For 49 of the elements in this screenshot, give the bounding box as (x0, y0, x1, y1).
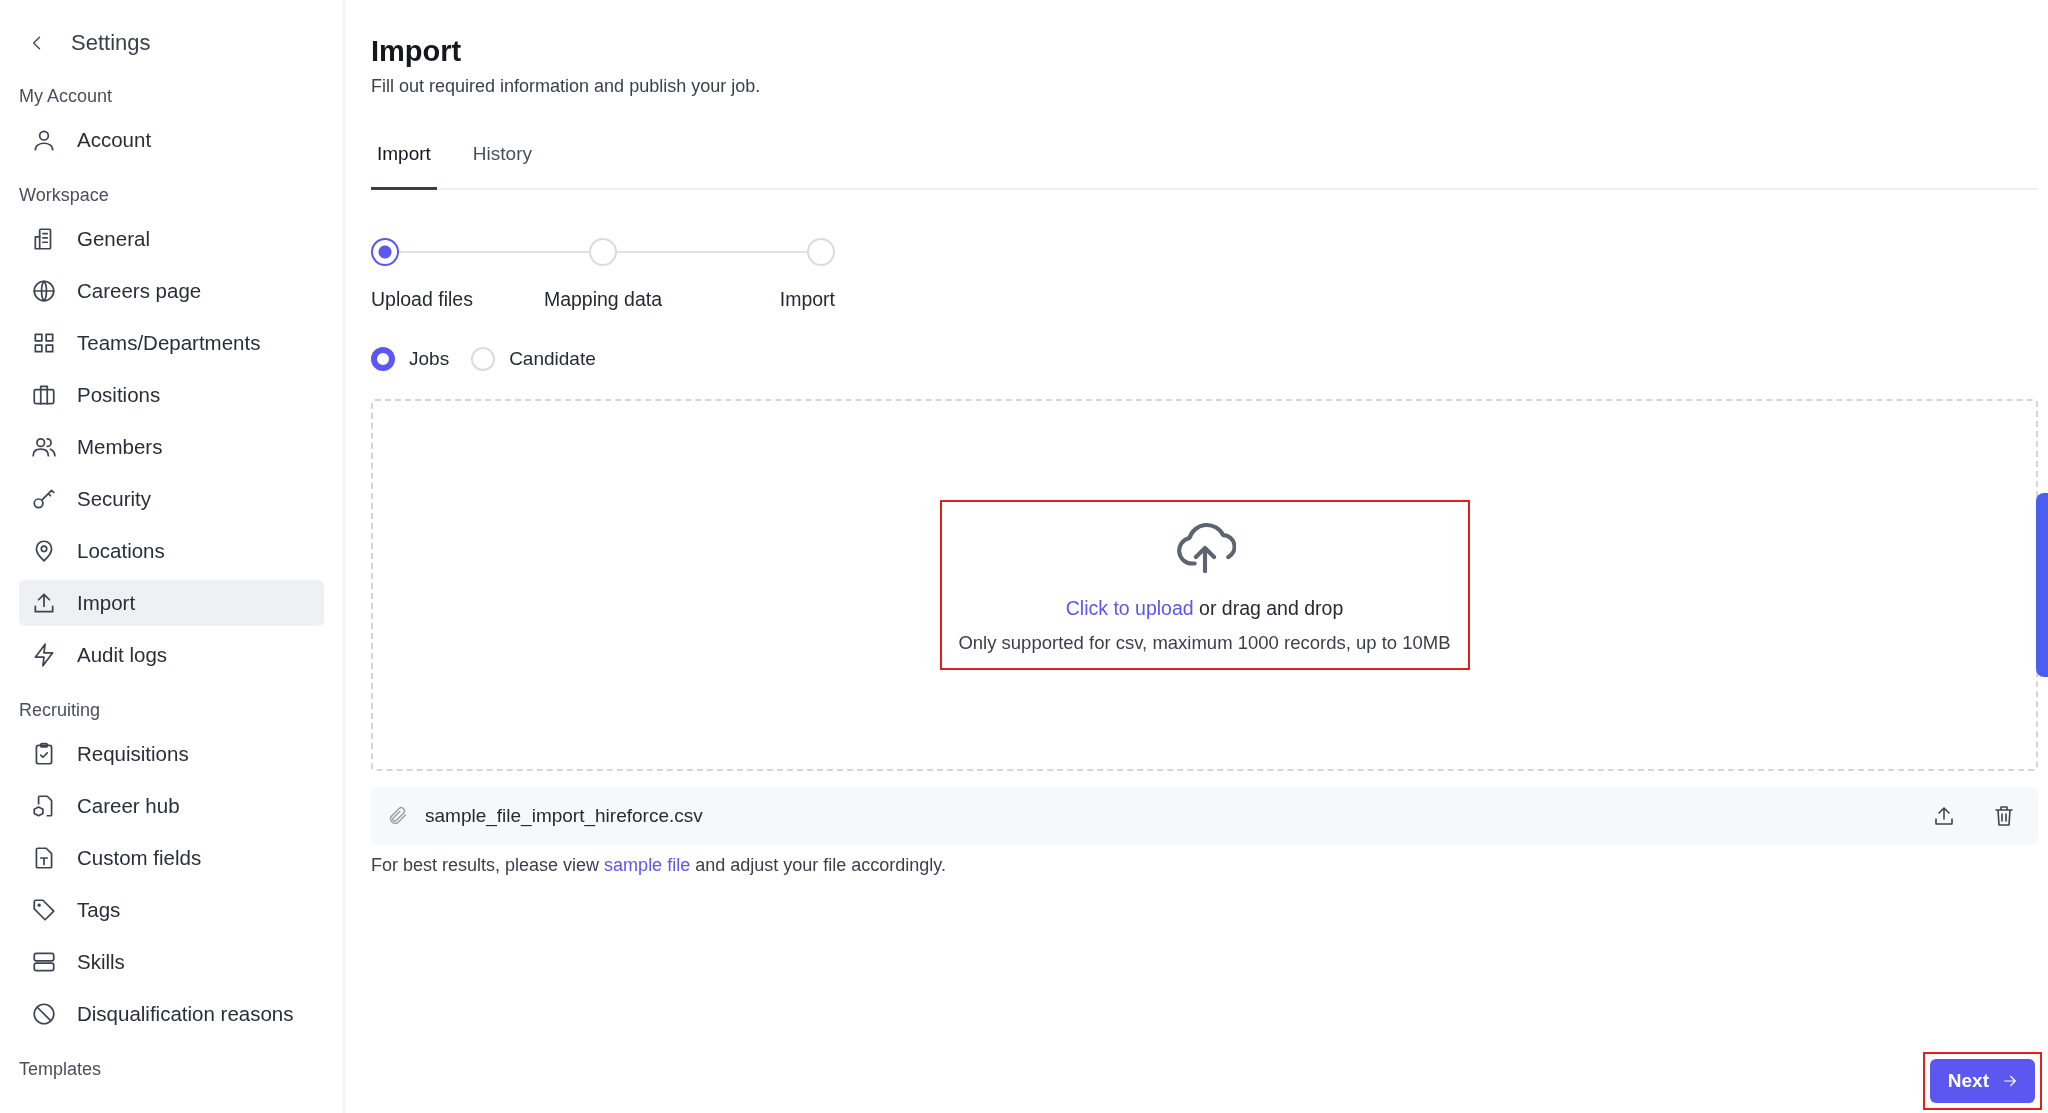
sidebar-item[interactable]: Requisitions (19, 731, 324, 777)
upload-icon[interactable] (1932, 804, 1956, 828)
page-subtitle: Fill out required information and publish your job. (371, 76, 762, 97)
step-label: Upload files (371, 288, 474, 311)
sidebar-item[interactable]: Career hub (19, 783, 324, 829)
globe-icon (31, 278, 57, 304)
settings-title: Settings (71, 30, 151, 56)
sidebar-item[interactable]: Careers page (19, 268, 324, 314)
radio-label: Jobs (409, 348, 450, 370)
key-icon (31, 486, 57, 512)
help-text: For best results, please view sample file and adjust your file accordingly. (371, 855, 947, 876)
sidebar-item[interactable]: Positions (19, 372, 324, 418)
tab[interactable]: History (466, 143, 538, 190)
file-name: sample_file_import_hireforce.csv (425, 805, 703, 827)
sidebar-item[interactable]: Account (19, 117, 324, 163)
sidebar-item[interactable]: Import (19, 580, 324, 626)
sidebar-item[interactable]: Custom fields (19, 835, 324, 881)
step-label: Import (778, 288, 835, 311)
sidebar-item[interactable]: Skills (19, 939, 324, 985)
tab[interactable]: Import (371, 143, 437, 190)
upload-hint: Only supported for csv, maximum 1000 records, up to 10MB (958, 631, 1451, 654)
tag-icon (31, 897, 57, 923)
sidebar-item[interactable]: Teams/Departments (19, 320, 324, 366)
grid-icon (31, 330, 57, 356)
sidebar-item[interactable]: Audit logs (19, 632, 324, 678)
section-label: Templates (19, 1059, 103, 1080)
prohibited-icon (31, 1001, 57, 1027)
upload-link[interactable]: Click to upload (1065, 596, 1194, 619)
sidebar-item[interactable]: Locations (19, 528, 324, 574)
sidebar-item[interactable]: Members (19, 424, 324, 470)
drop-zone[interactable]: Click to upload or drag and drop Only supported for csv, maximum 1000 records, up to 10MB (371, 399, 2038, 771)
sidebar-item[interactable]: General (19, 216, 324, 262)
section-label: Recruiting (19, 700, 102, 721)
upload-instruction: Click to upload or drag and drop (1065, 596, 1344, 620)
section-label: Workspace (19, 185, 110, 206)
section-label: My Account (19, 86, 114, 107)
sidebar-item[interactable]: Tags (19, 887, 324, 933)
step-label: Mapping data (542, 288, 664, 311)
paperclip-icon (387, 805, 409, 827)
next-button[interactable]: Next (1929, 1059, 2035, 1103)
page-title: Import (371, 35, 463, 68)
sidebar-item[interactable]: Disqualification reasons (19, 991, 324, 1037)
stack-icon (31, 949, 57, 975)
briefcase-icon (31, 382, 57, 408)
sidebar-item[interactable]: Security (19, 476, 324, 522)
sample-file-link[interactable]: sample file (604, 855, 691, 875)
radio-button[interactable] (371, 347, 395, 371)
trash-icon[interactable] (1992, 804, 2016, 828)
radio-label: Candidate (509, 348, 596, 370)
